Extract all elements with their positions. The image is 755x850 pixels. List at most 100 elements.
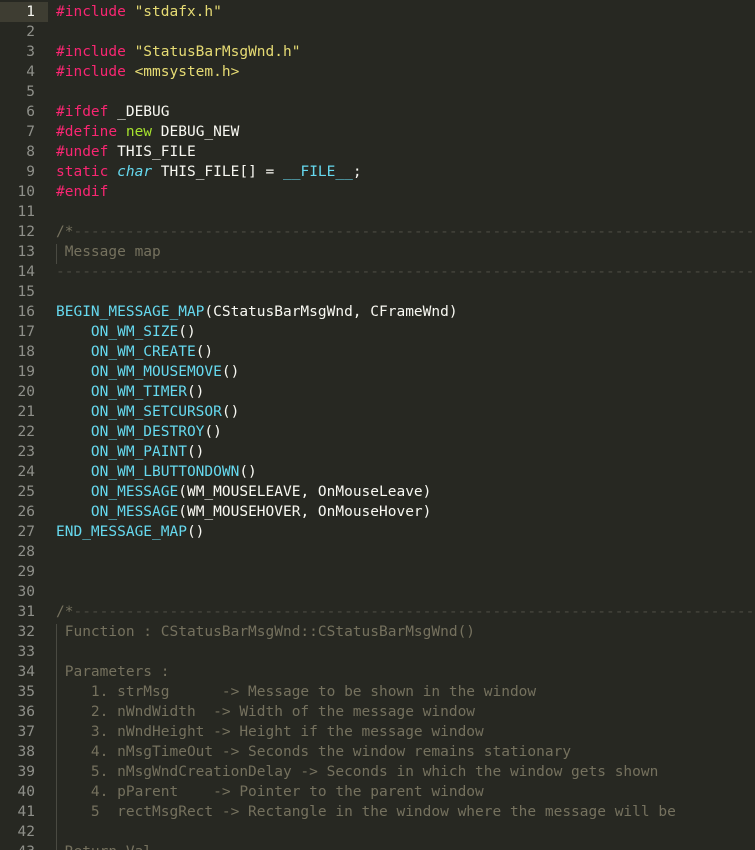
code-line[interactable]: 9 static char THIS_FILE[] = __FILE__; [0,162,755,182]
line-code: ----------------------------------------… [56,262,754,282]
line-code: /*--------------------------------------… [56,222,755,242]
line-number: 17 [17,324,35,340]
code-token: END_MESSAGE_MAP [56,524,187,540]
line-code: Function : CStatusBarMsgWnd::CStatusBarM… [56,622,475,642]
code-line[interactable]: 38 4. nMsgTimeOut -> Seconds the window … [0,742,755,762]
code-line[interactable]: 8 #undef THIS_FILE [0,142,755,162]
code-token: ON_WM_CREATE [90,344,196,360]
line-code: #include "stdafx.h" [56,2,222,22]
code-line[interactable]: 18 ON_WM_CREATE() [0,342,755,362]
code-line[interactable]: 13 Message map [0,242,755,262]
line-number: 11 [17,204,35,220]
line-number: 14 [17,264,35,280]
code-token: ON_WM_SETCURSOR [90,404,222,420]
line-code: /*--------------------------------------… [56,602,755,622]
line-number: 28 [17,544,35,560]
code-token: THIS_FILE [108,144,196,160]
line-code: 4. pParent -> Pointer to the parent wind… [56,782,484,802]
code-token: ON_MESSAGE [90,484,179,500]
code-line[interactable]: 16 BEGIN_MESSAGE_MAP(CStatusBarMsgWnd, CF… [0,302,755,322]
line-code: #undef THIS_FILE [56,142,196,162]
code-line[interactable]: 39 5. nMsgWndCreationDelay -> Seconds in… [0,762,755,782]
line-number: 6 [26,104,35,120]
line-code: 3. nWndHeight -> Height if the message w… [56,722,484,742]
code-line[interactable]: 5 [0,82,755,102]
line-number: 8 [26,144,35,160]
code-line[interactable]: 33 [0,642,755,662]
code-token: () [178,324,196,340]
code-line[interactable]: 25 ON_MESSAGE(WM_MOUSELEAVE, OnMouseLeav… [0,482,755,502]
code-token: ----------------------------------------… [73,604,755,620]
code-line[interactable]: 14 --------------------------------------… [0,262,755,282]
code-token: () [204,424,222,440]
code-line[interactable]: 40 4. pParent -> Pointer to the parent w… [0,782,755,802]
code-token: DEBUG_NEW [152,124,240,140]
code-line[interactable]: 34 Parameters : [0,662,755,682]
line-code: ON_WM_SETCURSOR() [56,402,239,422]
line-code: Return Val [56,842,152,850]
code-line[interactable]: 20 ON_WM_TIMER() [0,382,755,402]
code-token: (WM_MOUSELEAVE, OnMouseLeave) [178,484,432,500]
code-line[interactable]: 36 2. nWndWidth -> Width of the message … [0,702,755,722]
code-line[interactable]: 21 ON_WM_SETCURSOR() [0,402,755,422]
code-line[interactable]: 19 ON_WM_MOUSEMOVE() [0,362,755,382]
code-token: () [186,444,205,460]
code-line[interactable]: 11 [0,202,755,222]
code-line[interactable]: 43 Return Val [0,842,755,850]
code-token: #include [56,4,126,20]
code-line[interactable]: 7 #define new DEBUG_NEW [0,122,755,142]
code-line[interactable]: 32 Function : CStatusBarMsgWnd::CStatusB… [0,622,755,642]
code-line[interactable]: 1 #include "stdafx.h" [0,2,755,22]
line-code: ON_MESSAGE(WM_MOUSEHOVER, OnMouseHover) [56,502,431,522]
line-code: ON_WM_DESTROY() [56,422,222,442]
code-line[interactable]: 30 [0,582,755,602]
code-line[interactable]: 17 ON_WM_SIZE() [0,322,755,342]
line-number: 40 [17,784,35,800]
code-line[interactable]: 4 #include <mmsystem.h> [0,62,755,82]
line-number: 36 [17,704,35,720]
code-line[interactable]: 42 [0,822,755,842]
code-line[interactable]: 26 ON_MESSAGE(WM_MOUSEHOVER, OnMouseHove… [0,502,755,522]
code-line[interactable]: 3 #include "StatusBarMsgWnd.h" [0,42,755,62]
code-editor[interactable]: 1 #include "stdafx.h" 2 3 #include "StatusBa… [0,0,755,850]
line-number: 30 [17,584,35,600]
line-number: 25 [17,484,35,500]
line-number: 33 [17,644,35,660]
code-line[interactable]: 12 /*------------------------------------… [0,222,755,242]
code-line[interactable]: 6 #ifdef _DEBUG [0,102,755,122]
code-token: new [125,124,153,140]
code-line[interactable]: 41 5 rectMsgRect -> Rectangle in the win… [0,802,755,822]
code-line[interactable]: 23 ON_WM_PAINT() [0,442,755,462]
code-line[interactable]: 10 #endif [0,182,755,202]
code-line[interactable]: 35 1. strMsg -> Message to be shown in t… [0,682,755,702]
line-code: #define new DEBUG_NEW [56,122,239,142]
code-line[interactable]: 31 /*------------------------------------… [0,602,755,622]
line-number: 12 [17,224,35,240]
line-number: 4 [26,64,35,80]
code-line[interactable]: 37 3. nWndHeight -> Height if the messag… [0,722,755,742]
line-number: 22 [17,424,35,440]
code-line[interactable]: 27 END_MESSAGE_MAP() [0,522,755,542]
code-line[interactable]: 24 ON_WM_LBUTTONDOWN() [0,462,755,482]
line-number: 29 [17,564,35,580]
line-number: 19 [17,364,35,380]
code-token: ON_WM_SIZE [90,324,179,340]
code-line[interactable]: 15 [0,282,755,302]
code-line[interactable]: 29 [0,562,755,582]
code-token: /* [56,224,74,240]
code-line[interactable]: 28 [0,542,755,562]
line-number: 31 [17,604,35,620]
code-token: () [186,384,205,400]
code-token: Parameters : [56,664,170,680]
code-line[interactable]: 22 ON_WM_DESTROY() [0,422,755,442]
code-token: 4. pParent -> Pointer to the parent wind… [56,784,484,800]
code-lines[interactable]: 1 #include "stdafx.h" 2 3 #include "StatusBa… [0,2,755,850]
line-number: 18 [17,344,35,360]
code-line[interactable]: 2 [0,22,755,42]
